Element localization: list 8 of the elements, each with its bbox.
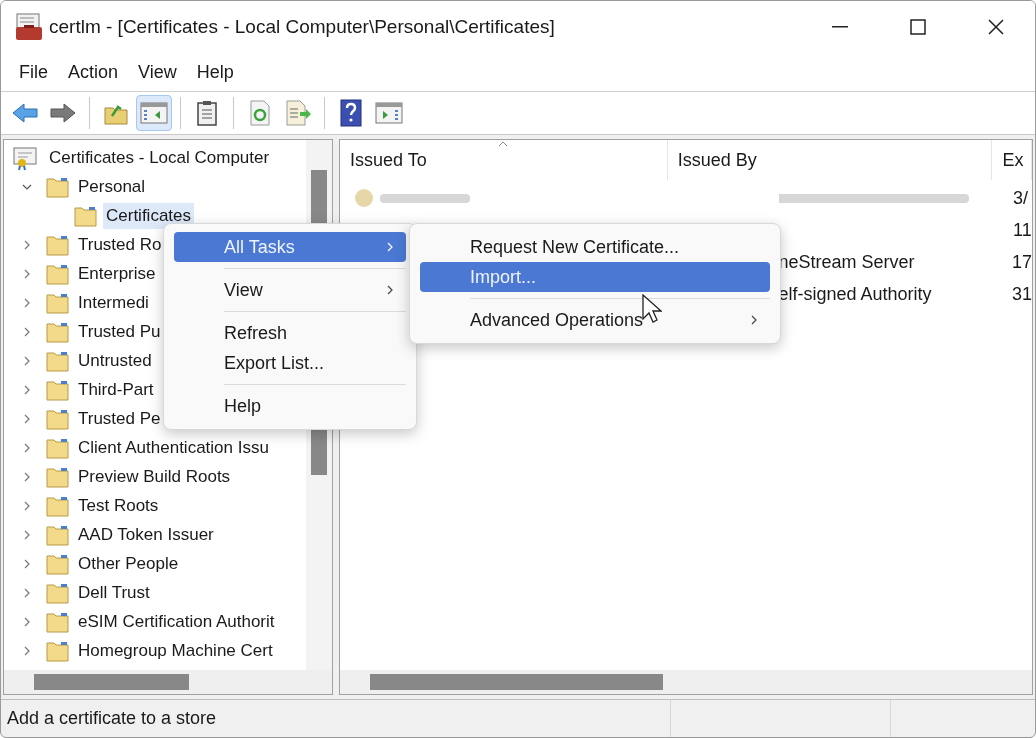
table-cell-text: 31	[1010, 282, 1032, 306]
table-cell-text: elf-signed Authority	[778, 282, 932, 306]
table-cell-text: neStream Server	[778, 250, 915, 274]
table-cell-text: 3/	[1012, 186, 1028, 210]
table-cell-text: 11	[1012, 218, 1032, 242]
window-title: certlm - [Certificates - Local Computer\Personal\Certificates]	[49, 14, 555, 39]
status-text: Add a certificate to a store	[1, 700, 671, 737]
table-cell-text: 17	[1010, 250, 1032, 274]
